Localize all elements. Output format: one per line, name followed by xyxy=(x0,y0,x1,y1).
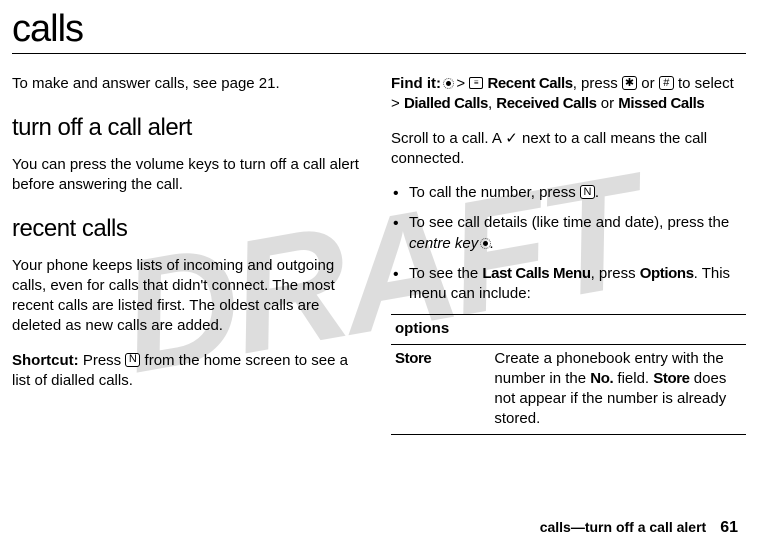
hash-key-icon: # xyxy=(659,76,674,90)
findit-or: or xyxy=(637,75,659,92)
turnoff-paragraph: You can press the volume keys to turn of… xyxy=(12,155,367,196)
section-heading-turnoff: turn off a call alert xyxy=(12,112,367,144)
findit-label: Find it: xyxy=(391,75,441,92)
page-number: 61 xyxy=(720,519,738,536)
page-content: calls To make and answer calls, see page… xyxy=(12,8,746,435)
bullet-last-calls-menu: To see the Last Calls Menu, press Option… xyxy=(409,264,746,305)
missed-calls-label: Missed Calls xyxy=(618,95,704,112)
centre-key-icon xyxy=(445,80,452,87)
gt-1: > xyxy=(456,75,465,92)
row1-mid: field. xyxy=(613,370,653,387)
two-column-layout: To make and answer calls, see page 21. t… xyxy=(12,74,746,435)
star-key-icon: ✱ xyxy=(622,76,637,90)
instruction-bullets: To call the number, press N. To see call… xyxy=(391,183,746,304)
shortcut-label: Shortcut: xyxy=(12,352,79,369)
title-divider xyxy=(12,53,746,54)
page-title: calls xyxy=(12,8,746,51)
b3-bold1: Last Calls Menu xyxy=(482,265,590,282)
send-key-icon: N xyxy=(125,353,140,367)
recent-paragraph: Your phone keeps lists of incoming and o… xyxy=(12,256,367,337)
b1-post: . xyxy=(595,184,599,201)
store-label: Store xyxy=(391,344,490,434)
b3-mid: , press xyxy=(591,265,640,282)
left-column: To make and answer calls, see page 21. t… xyxy=(12,74,367,435)
intro-paragraph: To make and answer calls, see page 21. xyxy=(12,74,367,94)
shortcut-text-pre: Press xyxy=(79,352,126,369)
store-description: Create a phonebook entry with the number… xyxy=(490,344,746,434)
b1-pre: To call the number, press xyxy=(409,184,580,201)
shortcut-paragraph: Shortcut: Press N from the home screen t… xyxy=(12,351,367,392)
footer-text: calls—turn off a call alert xyxy=(540,519,707,535)
section-heading-recent: recent calls xyxy=(12,213,367,245)
findit-press: , press xyxy=(573,75,622,92)
scroll-paragraph: Scroll to a call. A ✓ next to a call mea… xyxy=(391,129,746,170)
recent-calls-menu-icon: ≡ xyxy=(469,77,483,89)
findit-or2: or xyxy=(597,95,619,112)
recent-calls-label: Recent Calls xyxy=(487,75,572,92)
centre-key-icon xyxy=(482,240,489,247)
row1-store: Store xyxy=(653,370,689,387)
checkmark-icon: ✓ xyxy=(505,130,518,147)
bullet-call-details: To see call details (like time and date)… xyxy=(409,213,746,254)
b2-italic: centre key xyxy=(409,235,478,252)
row1-no: No. xyxy=(590,370,613,387)
bullet-call-number: To call the number, press N. xyxy=(409,183,746,203)
b3-pre: To see the xyxy=(409,265,482,282)
table-row: Store Create a phonebook entry with the … xyxy=(391,344,746,434)
findit-paragraph: Find it: > ≡ Recent Calls, press ✱ or # … xyxy=(391,74,746,115)
scroll-pre: Scroll to a call. A xyxy=(391,130,505,147)
b3-bold2: Options xyxy=(640,265,694,282)
options-header: options xyxy=(391,315,746,344)
page-footer: calls—turn off a call alert 61 xyxy=(540,519,738,537)
dialled-calls-label: Dialled Calls xyxy=(404,95,488,112)
received-calls-label: Received Calls xyxy=(496,95,596,112)
right-column: Find it: > ≡ Recent Calls, press ✱ or # … xyxy=(391,74,746,435)
b2-pre: To see call details (like time and date)… xyxy=(409,214,729,231)
send-key-icon: N xyxy=(580,185,595,199)
options-table: options Store Create a phonebook entry w… xyxy=(391,314,746,434)
